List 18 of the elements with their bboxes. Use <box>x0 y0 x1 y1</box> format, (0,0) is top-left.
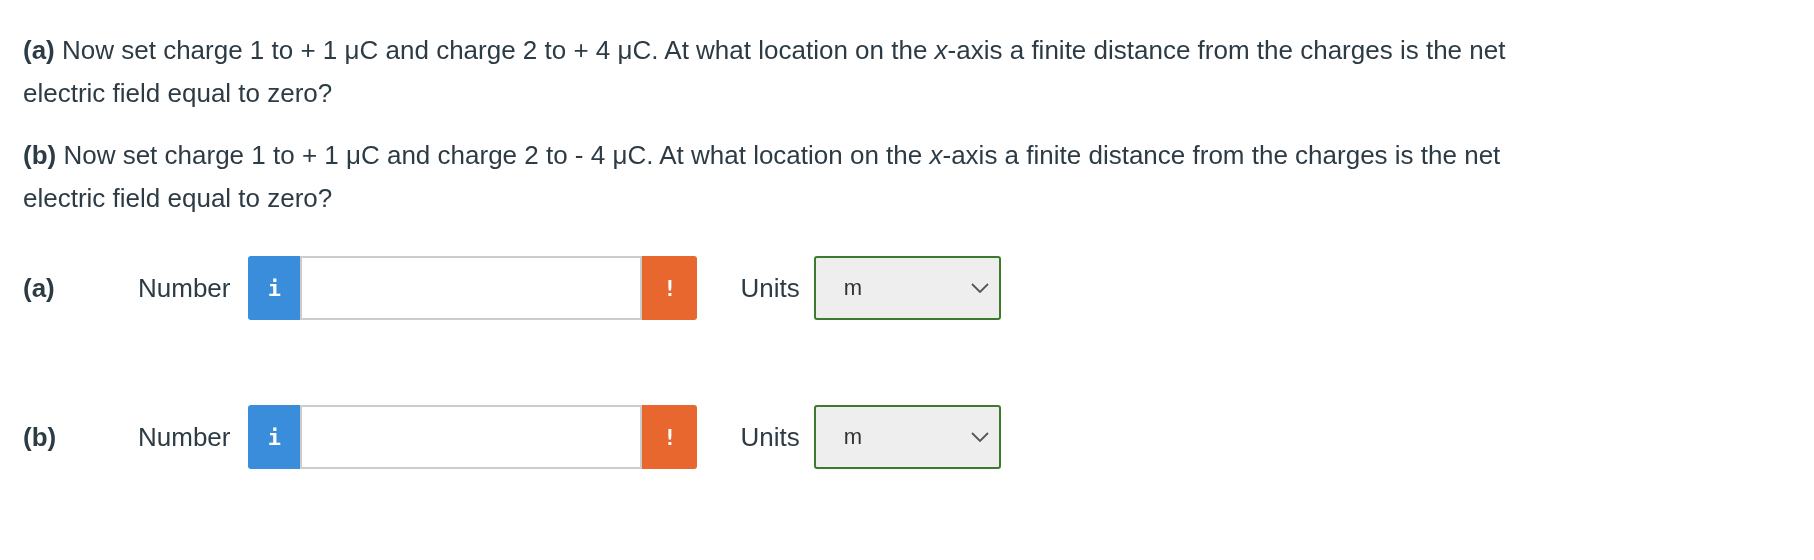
units-dropdown[interactable]: m <box>813 256 1001 320</box>
number-input[interactable] <box>300 405 643 469</box>
part-label: (a) <box>23 272 56 304</box>
units-label: Units <box>740 272 800 304</box>
units-label: Units <box>740 421 800 453</box>
warning-button[interactable]: ! <box>642 256 698 320</box>
chevron-down-icon <box>970 283 989 293</box>
units-dropdown[interactable]: m <box>813 405 1001 469</box>
question-text: (b) Now set charge 1 to + 1 μC and charge 2 to - 4 μC. At what location on the x-axis a finite distance from the charges is the net electric field equal to zero? <box>23 139 1502 215</box>
info-button[interactable]: i <box>248 256 301 320</box>
info-button[interactable]: i <box>248 405 301 469</box>
number-label: Number <box>138 421 231 453</box>
number-input[interactable] <box>300 256 643 320</box>
part-label: (b) <box>23 421 58 453</box>
question-text: (a) Now set charge 1 to + 1 μC and charge 2 to + 4 μC. At what location on the x-axis a finite distance from the charges is the net electric field equal to zero? <box>23 34 1507 110</box>
number-label: Number <box>138 272 231 304</box>
warning-button[interactable]: ! <box>642 405 698 469</box>
chevron-down-icon <box>970 432 989 442</box>
